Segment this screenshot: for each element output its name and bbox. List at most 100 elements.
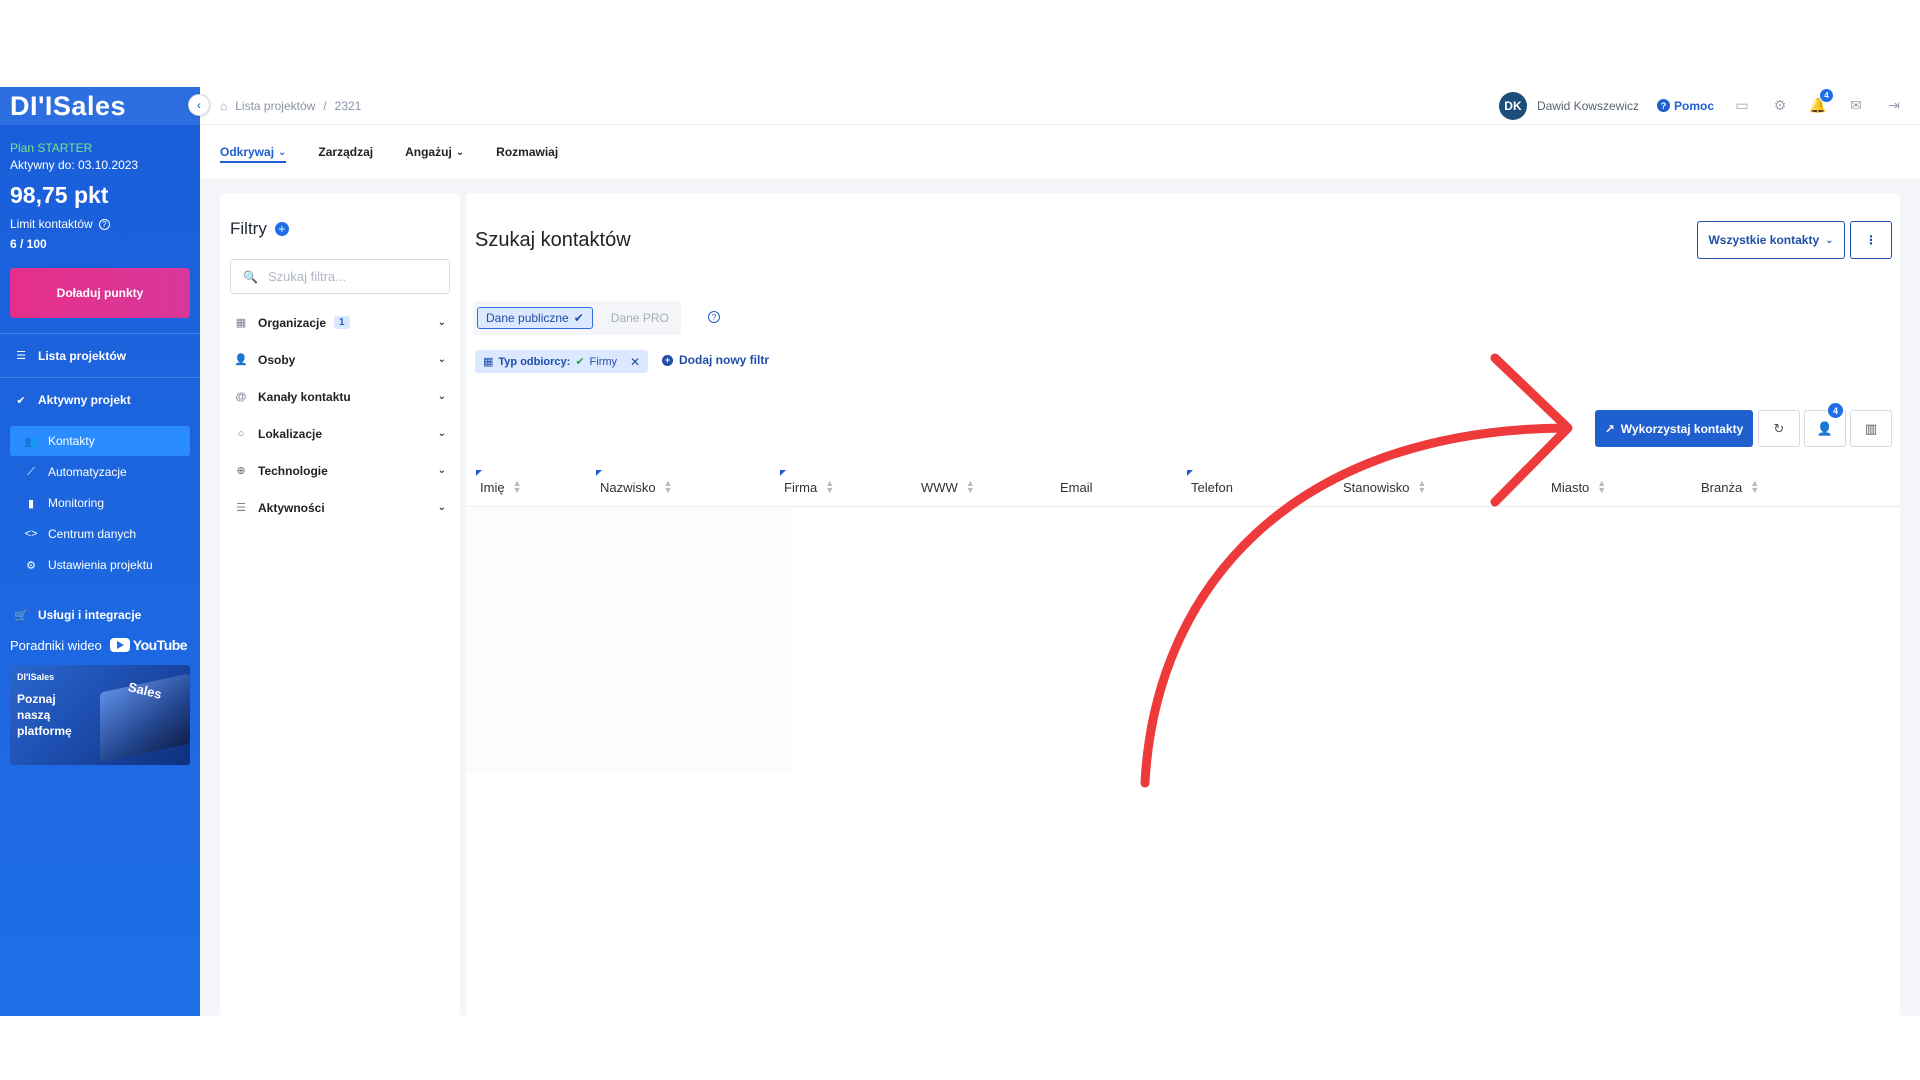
column-header-www[interactable]: WWW ▲ ▼	[921, 467, 975, 507]
filter-group-locations[interactable]: ○ Lokalizacje ⌄	[230, 415, 450, 452]
column-header-phone[interactable]: Telefon	[1187, 467, 1233, 507]
chevron-down-icon: ⌄	[437, 465, 446, 476]
sort-icon[interactable]: ▲ ▼	[1597, 479, 1606, 495]
sidebar-item-active-project[interactable]: ✔ Aktywny projekt	[0, 378, 200, 422]
column-header-city[interactable]: Miasto ▲ ▼	[1551, 467, 1606, 507]
filter-group-organizations[interactable]: ▦ Organizacje 1 ⌄	[230, 304, 450, 341]
plan-active-until: Aktywny do: 03.10.2023	[10, 158, 139, 172]
topup-points-button[interactable]: Doładuj punkty	[10, 268, 190, 318]
code-icon: <>	[24, 528, 38, 540]
plan-name: Plan STARTER	[10, 141, 93, 155]
filter-group-technologies[interactable]: ⊕ Technologie ⌄	[230, 452, 450, 489]
column-header-last-name[interactable]: Nazwisko ▲ ▼	[596, 467, 673, 507]
gear-icon: ⚙	[26, 559, 36, 572]
sidebar-item-data-center[interactable]: <> Centrum danych	[10, 519, 190, 549]
gear-icon[interactable]: ⚙	[1770, 97, 1790, 114]
chevron-down-icon: ⌄	[278, 146, 287, 158]
youtube-play-icon	[109, 638, 130, 652]
building-icon: ▦	[235, 317, 247, 329]
public-data-label: Dane publiczne	[486, 311, 569, 325]
sidebar-item-label: Aktywny projekt	[38, 393, 131, 407]
youtube-logo[interactable]: YouTube	[109, 637, 188, 653]
check-icon: ✔	[573, 311, 584, 325]
notifications-badge: 4	[1820, 89, 1833, 102]
sidebar: DI'ISales ‹ Plan STARTER Aktywny do: 03.…	[0, 87, 210, 1016]
video-tutorials[interactable]: Poradniki wideo YouTube	[0, 637, 200, 653]
use-contacts-button[interactable]: ↗ Wykorzystaj kontakty	[1595, 410, 1753, 447]
person-icon: 👤	[234, 354, 248, 366]
billing-card-icon[interactable]: ▭	[1732, 97, 1752, 114]
help-icon[interactable]: ?	[708, 311, 720, 323]
sidebar-item-label: Centrum danych	[48, 527, 137, 541]
sort-icon[interactable]: ▲ ▼	[1750, 479, 1759, 495]
sidebar-item-label: Lista projektów	[38, 348, 127, 363]
mail-icon[interactable]: ✉	[1846, 97, 1866, 114]
chip-value: Firmy	[589, 355, 618, 368]
column-header-company[interactable]: Firma ▲ ▼	[780, 467, 834, 507]
filter-search-input[interactable]	[267, 269, 438, 284]
trend-icon: ⟋	[27, 465, 35, 478]
filter-count-badge: 1	[334, 316, 350, 329]
active-filter-chip[interactable]: ▦ Typ odbiorcy: ✔ Firmy ✕	[475, 350, 649, 373]
sidebar-item-project-settings[interactable]: ⚙ Ustawienia projektu	[10, 550, 190, 580]
contacts-limit-text: Limit kontaktów	[10, 217, 93, 231]
breadcrumb-separator: /	[323, 98, 327, 113]
tab-talk[interactable]: Rozmawiaj	[496, 125, 558, 179]
sort-icon[interactable]: ▲ ▼	[1417, 479, 1426, 495]
column-label: WWW	[921, 479, 958, 495]
sort-icon[interactable]: ▲ ▼	[513, 479, 522, 495]
columns-layout-button[interactable]: ▥	[1850, 410, 1892, 447]
column-label: Nazwisko	[600, 479, 656, 495]
add-filter-icon[interactable]: +	[274, 222, 289, 236]
help-icon[interactable]: ?	[98, 218, 110, 230]
promo-text: Poznaj naszą platformę	[17, 691, 72, 739]
contacts-table-header: Imię ▲ ▼ Nazwisko ▲ ▼ Firma ▲ ▼ WWW ▲ ▼ Emai…	[466, 467, 1900, 507]
filter-group-persons[interactable]: 👤 Osoby ⌄	[230, 341, 450, 378]
public-data-toggle[interactable]: Dane publiczne ✔	[477, 307, 593, 329]
tab-label: Odkrywaj	[220, 145, 275, 159]
add-new-filter-button[interactable]: + Dodaj nowy filtr	[662, 353, 769, 367]
home-icon[interactable]: ⌂	[220, 99, 227, 113]
sort-icon[interactable]: ▲ ▼	[664, 479, 673, 495]
sidebar-item-contacts[interactable]: 👥 Kontakty	[10, 426, 190, 456]
avatar[interactable]: DK	[1498, 91, 1527, 120]
sidebar-item-monitoring[interactable]: ▮ Monitoring	[10, 488, 190, 518]
collapse-sidebar-button[interactable]: ‹	[188, 94, 210, 116]
tab-manage[interactable]: Zarządzaj	[318, 125, 373, 179]
column-flag-icon	[596, 470, 602, 476]
column-header-position[interactable]: Stanowisko ▲ ▼	[1343, 467, 1426, 507]
sort-icon[interactable]: ▲ ▼	[966, 479, 975, 495]
column-header-email[interactable]: Email	[1060, 467, 1093, 507]
more-options-button[interactable]: ⋮	[1850, 221, 1892, 259]
breadcrumb-projects-link[interactable]: Lista projektów	[235, 99, 315, 113]
help-button[interactable]: ? Pomoc	[1656, 99, 1714, 113]
filter-group-activities[interactable]: ☰ Aktywności ⌄	[230, 489, 450, 526]
close-icon[interactable]: ✕	[630, 355, 640, 369]
column-header-first-name[interactable]: Imię ▲ ▼	[476, 467, 522, 507]
assign-contacts-button[interactable]: 👤 4	[1804, 403, 1846, 447]
filter-group-contact-channels[interactable]: @ Kanały kontaktu ⌄	[230, 378, 450, 415]
promo-line: platformę	[17, 724, 72, 738]
sidebar-item-automations[interactable]: ⟋ Automatyzacje	[10, 457, 190, 487]
refresh-button[interactable]: ↻	[1758, 410, 1800, 447]
promo-line: naszą	[17, 708, 51, 722]
sidebar-item-label: Automatyzacje	[48, 465, 127, 479]
tab-discover[interactable]: Odkrywaj ⌄	[220, 125, 287, 179]
platform-promo-banner[interactable]: DI'ISales Poznaj naszą platformę Sales	[10, 665, 190, 765]
kebab-icon: ⋮	[1865, 233, 1877, 247]
logout-icon[interactable]: ⇥	[1884, 97, 1904, 114]
pro-data-toggle[interactable]: Dane PRO	[603, 307, 677, 329]
sidebar-item-projects[interactable]: ☰ Lista projektów	[0, 334, 200, 378]
logo[interactable]: DI'ISales	[0, 87, 200, 125]
filter-group-label: Aktywności	[258, 500, 325, 515]
bell-icon[interactable]: 🔔 4	[1808, 89, 1833, 114]
sort-icon[interactable]: ▲ ▼	[825, 479, 834, 495]
tab-engage[interactable]: Angażuj ⌄	[405, 125, 464, 179]
column-header-industry[interactable]: Branża ▲ ▼	[1701, 467, 1759, 507]
sidebar-item-services[interactable]: 🛒 Usługi i integracje	[0, 593, 200, 637]
user-name[interactable]: Dawid Kowszewicz	[1537, 99, 1639, 113]
pro-data-label: Dane PRO	[610, 311, 669, 325]
filter-group-label: Technologie	[258, 463, 328, 478]
all-contacts-dropdown[interactable]: Wszystkie kontakty ⌄	[1697, 221, 1845, 259]
chevron-left-icon: ‹	[197, 98, 201, 112]
